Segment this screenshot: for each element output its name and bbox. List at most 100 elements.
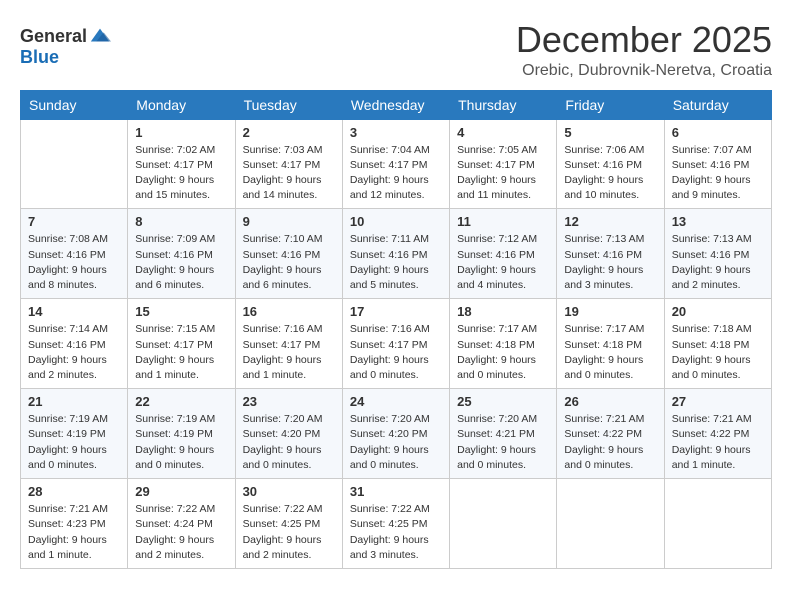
day-info: Sunrise: 7:21 AMSunset: 4:22 PMDaylight:… xyxy=(564,412,656,473)
calendar-cell: 4Sunrise: 7:05 AMSunset: 4:17 PMDaylight… xyxy=(450,119,557,209)
calendar-cell: 24 Sunrise: 7:20 AMSunset: 4:20 PMDayligh… xyxy=(342,389,449,479)
calendar-cell xyxy=(664,479,771,569)
calendar-cell: 21 Sunrise: 7:19 AMSunset: 4:19 PMDayligh… xyxy=(21,389,128,479)
day-number: 2 xyxy=(243,125,335,140)
month-year-title: December 2025 xyxy=(516,20,772,60)
calendar-cell: 22Sunrise: 7:19 AMSunset: 4:19 PMDayligh… xyxy=(128,389,235,479)
day-number: 1 xyxy=(135,125,227,140)
day-number: 26 xyxy=(564,394,656,409)
logo-general-text: General xyxy=(20,26,87,47)
day-info: Sunrise: 7:20 AMSunset: 4:20 PMDaylight:… xyxy=(350,412,442,473)
day-number: 7 xyxy=(28,214,120,229)
day-number: 12 xyxy=(564,214,656,229)
logo-icon xyxy=(89,25,111,47)
calendar-table: SundayMondayTuesdayWednesdayThursdayFrid… xyxy=(20,90,772,569)
location-subtitle: Orebic, Dubrovnik-Neretva, Croatia xyxy=(516,62,772,80)
day-number: 14 xyxy=(28,304,120,319)
day-number: 29 xyxy=(135,484,227,499)
calendar-cell: 31Sunrise: 7:22 AMSunset: 4:25 PMDayligh… xyxy=(342,479,449,569)
calendar-cell: 16 Sunrise: 7:16 AMSunset: 4:17 PMDayligh… xyxy=(235,299,342,389)
calendar-cell: 18 Sunrise: 7:17 AMSunset: 4:18 PMDayligh… xyxy=(450,299,557,389)
day-info: Sunrise: 7:08 AMSunset: 4:16 PMDaylight:… xyxy=(28,232,120,293)
day-number: 10 xyxy=(350,214,442,229)
day-number: 24 xyxy=(350,394,442,409)
day-info: Sunrise: 7:11 AMSunset: 4:16 PMDaylight:… xyxy=(350,232,442,293)
day-info: Sunrise: 7:20 AMSunset: 4:20 PMDaylight:… xyxy=(243,412,335,473)
day-number: 16 xyxy=(243,304,335,319)
day-number: 18 xyxy=(457,304,549,319)
day-info: Sunrise: 7:13 AMSunset: 4:16 PMDaylight:… xyxy=(564,232,656,293)
calendar-cell xyxy=(450,479,557,569)
day-number: 30 xyxy=(243,484,335,499)
day-number: 13 xyxy=(672,214,764,229)
day-number: 21 xyxy=(28,394,120,409)
calendar-cell: 6 Sunrise: 7:07 AMSunset: 4:16 PMDaylight… xyxy=(664,119,771,209)
calendar-cell: 19Sunrise: 7:17 AMSunset: 4:18 PMDayligh… xyxy=(557,299,664,389)
calendar-week-row: 21 Sunrise: 7:19 AMSunset: 4:19 PMDayligh… xyxy=(21,389,772,479)
calendar-cell: 12 Sunrise: 7:13 AMSunset: 4:16 PMDayligh… xyxy=(557,209,664,299)
calendar-cell: 14 Sunrise: 7:14 AMSunset: 4:16 PMDayligh… xyxy=(21,299,128,389)
day-number: 8 xyxy=(135,214,227,229)
day-number: 5 xyxy=(564,125,656,140)
day-number: 11 xyxy=(457,214,549,229)
day-number: 27 xyxy=(672,394,764,409)
day-number: 23 xyxy=(243,394,335,409)
day-info: Sunrise: 7:18 AMSunset: 4:18 PMDaylight:… xyxy=(672,322,764,383)
calendar-cell: 3Sunrise: 7:04 AMSunset: 4:17 PMDaylight… xyxy=(342,119,449,209)
calendar-week-row: 7 Sunrise: 7:08 AMSunset: 4:16 PMDaylight… xyxy=(21,209,772,299)
day-info: Sunrise: 7:14 AMSunset: 4:16 PMDaylight:… xyxy=(28,322,120,383)
calendar-cell: 15Sunrise: 7:15 AMSunset: 4:17 PMDayligh… xyxy=(128,299,235,389)
calendar-cell: 27 Sunrise: 7:21 AMSunset: 4:22 PMDayligh… xyxy=(664,389,771,479)
calendar-cell: 7 Sunrise: 7:08 AMSunset: 4:16 PMDaylight… xyxy=(21,209,128,299)
logo: General Blue xyxy=(20,20,111,68)
calendar-cell: 17Sunrise: 7:16 AMSunset: 4:17 PMDayligh… xyxy=(342,299,449,389)
day-info: Sunrise: 7:21 AMSunset: 4:23 PMDaylight:… xyxy=(28,502,120,563)
calendar-cell: 9Sunrise: 7:10 AMSunset: 4:16 PMDaylight… xyxy=(235,209,342,299)
calendar-cell: 26 Sunrise: 7:21 AMSunset: 4:22 PMDayligh… xyxy=(557,389,664,479)
calendar-cell: 11 Sunrise: 7:12 AMSunset: 4:16 PMDayligh… xyxy=(450,209,557,299)
day-info: Sunrise: 7:04 AMSunset: 4:17 PMDaylight:… xyxy=(350,143,442,204)
day-info: Sunrise: 7:17 AMSunset: 4:18 PMDaylight:… xyxy=(564,322,656,383)
logo-blue-text: Blue xyxy=(20,47,59,68)
calendar-day-header: Sunday xyxy=(21,90,128,119)
calendar-cell xyxy=(21,119,128,209)
calendar-cell: 20 Sunrise: 7:18 AMSunset: 4:18 PMDayligh… xyxy=(664,299,771,389)
calendar-day-header: Friday xyxy=(557,90,664,119)
day-number: 4 xyxy=(457,125,549,140)
calendar-day-header: Saturday xyxy=(664,90,771,119)
calendar-week-row: 28 Sunrise: 7:21 AMSunset: 4:23 PMDayligh… xyxy=(21,479,772,569)
day-info: Sunrise: 7:16 AMSunset: 4:17 PMDaylight:… xyxy=(243,322,335,383)
day-number: 9 xyxy=(243,214,335,229)
calendar-cell: 13 Sunrise: 7:13 AMSunset: 4:16 PMDayligh… xyxy=(664,209,771,299)
calendar-day-header: Monday xyxy=(128,90,235,119)
day-info: Sunrise: 7:06 AMSunset: 4:16 PMDaylight:… xyxy=(564,143,656,204)
calendar-cell: 29 Sunrise: 7:22 AMSunset: 4:24 PMDayligh… xyxy=(128,479,235,569)
calendar-cell: 23 Sunrise: 7:20 AMSunset: 4:20 PMDayligh… xyxy=(235,389,342,479)
day-number: 6 xyxy=(672,125,764,140)
day-number: 20 xyxy=(672,304,764,319)
day-info: Sunrise: 7:07 AMSunset: 4:16 PMDaylight:… xyxy=(672,143,764,204)
calendar-cell: 25Sunrise: 7:20 AMSunset: 4:21 PMDayligh… xyxy=(450,389,557,479)
day-number: 28 xyxy=(28,484,120,499)
day-info: Sunrise: 7:02 AMSunset: 4:17 PMDaylight:… xyxy=(135,143,227,204)
calendar-day-header: Thursday xyxy=(450,90,557,119)
calendar-day-header: Tuesday xyxy=(235,90,342,119)
calendar-cell: 28 Sunrise: 7:21 AMSunset: 4:23 PMDayligh… xyxy=(21,479,128,569)
day-info: Sunrise: 7:21 AMSunset: 4:22 PMDaylight:… xyxy=(672,412,764,473)
calendar-cell: 30Sunrise: 7:22 AMSunset: 4:25 PMDayligh… xyxy=(235,479,342,569)
calendar-cell: 5 Sunrise: 7:06 AMSunset: 4:16 PMDaylight… xyxy=(557,119,664,209)
day-number: 25 xyxy=(457,394,549,409)
day-number: 22 xyxy=(135,394,227,409)
day-info: Sunrise: 7:12 AMSunset: 4:16 PMDaylight:… xyxy=(457,232,549,293)
calendar-week-row: 1 Sunrise: 7:02 AMSunset: 4:17 PMDaylight… xyxy=(21,119,772,209)
day-info: Sunrise: 7:13 AMSunset: 4:16 PMDaylight:… xyxy=(672,232,764,293)
day-info: Sunrise: 7:09 AMSunset: 4:16 PMDaylight:… xyxy=(135,232,227,293)
day-info: Sunrise: 7:17 AMSunset: 4:18 PMDaylight:… xyxy=(457,322,549,383)
calendar-cell: 1 Sunrise: 7:02 AMSunset: 4:17 PMDaylight… xyxy=(128,119,235,209)
day-info: Sunrise: 7:22 AMSunset: 4:25 PMDaylight:… xyxy=(350,502,442,563)
day-info: Sunrise: 7:16 AMSunset: 4:17 PMDaylight:… xyxy=(350,322,442,383)
day-info: Sunrise: 7:19 AMSunset: 4:19 PMDaylight:… xyxy=(28,412,120,473)
calendar-cell: 2 Sunrise: 7:03 AMSunset: 4:17 PMDaylight… xyxy=(235,119,342,209)
day-info: Sunrise: 7:03 AMSunset: 4:17 PMDaylight:… xyxy=(243,143,335,204)
day-info: Sunrise: 7:22 AMSunset: 4:24 PMDaylight:… xyxy=(135,502,227,563)
